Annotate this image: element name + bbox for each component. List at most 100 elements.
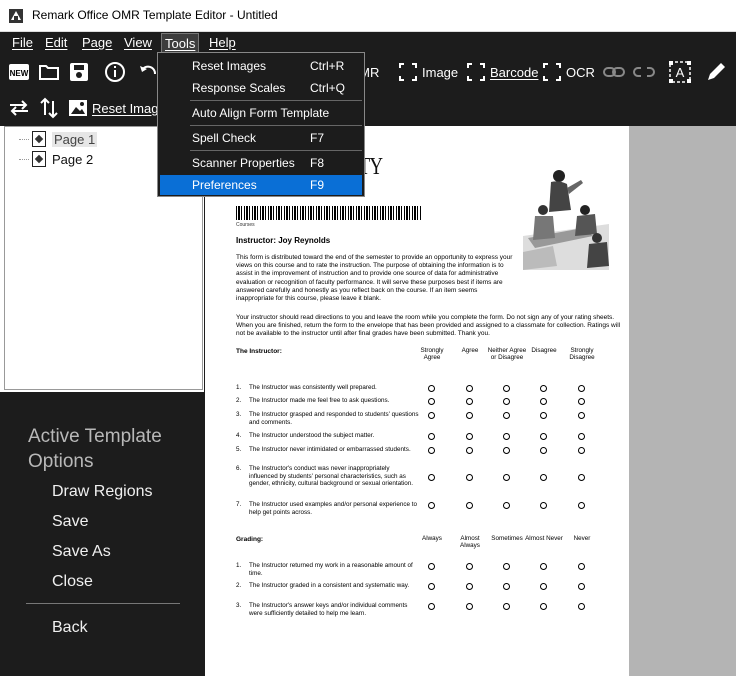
link-button[interactable] <box>603 60 625 84</box>
menu-item-shortcut: F9 <box>310 178 325 192</box>
response-bubble[interactable] <box>540 563 547 570</box>
response-bubble[interactable] <box>503 603 510 610</box>
menu-item-spell-check[interactable]: Spell Check F7 <box>160 128 362 148</box>
swap-horizontal-button[interactable] <box>8 96 30 120</box>
response-bubble[interactable] <box>578 433 585 440</box>
response-bubble[interactable] <box>466 502 473 509</box>
menu-item-auto-align[interactable]: Auto Align Form Template <box>160 103 362 123</box>
response-bubble[interactable] <box>578 412 585 419</box>
menu-item-reset-images[interactable]: Reset Images Ctrl+R <box>160 56 362 76</box>
response-bubble[interactable] <box>466 603 473 610</box>
back-link[interactable]: Back <box>52 619 88 637</box>
response-bubble[interactable] <box>540 502 547 509</box>
region-bracket-icon <box>543 63 561 81</box>
response-bubble[interactable] <box>428 583 435 590</box>
response-bubble[interactable] <box>428 603 435 610</box>
section-instructor-heading: The Instructor: <box>236 348 282 355</box>
response-bubble[interactable] <box>466 398 473 405</box>
response-bubble[interactable] <box>428 412 435 419</box>
response-bubble[interactable] <box>578 603 585 610</box>
menu-item-scanner-properties[interactable]: Scanner Properties F8 <box>160 153 362 173</box>
edit-button[interactable] <box>705 60 727 84</box>
menu-item-label: Spell Check <box>192 131 257 145</box>
response-bubble[interactable] <box>540 603 547 610</box>
response-bubble[interactable] <box>466 447 473 454</box>
tree-item-page-2[interactable]: Page 2 <box>19 150 93 168</box>
svg-text:A: A <box>676 65 685 80</box>
response-bubble[interactable] <box>578 447 585 454</box>
response-bubble[interactable] <box>503 433 510 440</box>
menu-view[interactable]: View <box>124 35 152 50</box>
response-bubble[interactable] <box>466 474 473 481</box>
close-link[interactable]: Close <box>52 573 93 591</box>
scale-label: Neither Agree or Disagree <box>487 347 527 362</box>
response-bubble[interactable] <box>428 447 435 454</box>
response-bubble[interactable] <box>578 563 585 570</box>
info-button[interactable] <box>104 60 126 84</box>
response-bubble[interactable] <box>540 474 547 481</box>
response-bubble[interactable] <box>503 447 510 454</box>
response-bubble[interactable] <box>428 433 435 440</box>
response-bubble[interactable] <box>578 502 585 509</box>
panel-divider <box>26 603 180 604</box>
response-bubble[interactable] <box>428 385 435 392</box>
response-bubble[interactable] <box>540 412 547 419</box>
response-bubble[interactable] <box>503 474 510 481</box>
swap-vertical-button[interactable] <box>38 96 60 120</box>
svg-text:NEW: NEW <box>10 69 29 78</box>
response-bubble[interactable] <box>503 398 510 405</box>
save-link[interactable]: Save <box>52 513 88 531</box>
response-bubble[interactable] <box>578 583 585 590</box>
response-bubble[interactable] <box>466 583 473 590</box>
response-bubble[interactable] <box>503 412 510 419</box>
response-bubble[interactable] <box>466 412 473 419</box>
question-text: The Instructor was consistently well pre… <box>249 384 377 391</box>
response-bubble[interactable] <box>428 502 435 509</box>
response-bubble[interactable] <box>428 398 435 405</box>
save-button[interactable] <box>68 60 90 84</box>
form-page[interactable]: RSITY Courses Instructor: Joy Reynolds T… <box>205 126 629 676</box>
response-bubble[interactable] <box>503 563 510 570</box>
image-region-button[interactable]: Image <box>398 60 458 84</box>
text-region-button[interactable]: A <box>668 60 692 84</box>
barcode-region-button[interactable]: Barcode <box>466 60 538 84</box>
menu-edit[interactable]: Edit <box>45 35 67 50</box>
menu-item-response-scales[interactable]: Response Scales Ctrl+Q <box>160 78 362 98</box>
tree-item-page-1[interactable]: Page 1 <box>19 130 98 148</box>
draw-regions-link[interactable]: Draw Regions <box>52 483 152 501</box>
course-label: Courses <box>236 222 255 228</box>
question-text: The Instructor made me feel free to ask … <box>249 397 390 404</box>
response-bubble[interactable] <box>503 385 510 392</box>
folder-icon <box>39 65 59 80</box>
page-icon <box>32 151 46 167</box>
menu-item-preferences[interactable]: Preferences F9 <box>160 175 362 195</box>
undo-button[interactable] <box>138 60 158 84</box>
response-bubble[interactable] <box>578 474 585 481</box>
new-button[interactable]: NEW <box>8 60 30 84</box>
response-bubble[interactable] <box>540 398 547 405</box>
response-bubble[interactable] <box>540 447 547 454</box>
menu-tools[interactable]: Tools <box>160 33 200 54</box>
swap-vertical-icon <box>40 97 58 119</box>
response-bubble[interactable] <box>540 385 547 392</box>
page-toolbar: Reset Images <box>0 90 736 126</box>
open-button[interactable] <box>38 60 60 84</box>
ocr-region-button[interactable]: OCR <box>542 60 595 84</box>
response-bubble[interactable] <box>578 398 585 405</box>
response-bubble[interactable] <box>466 433 473 440</box>
response-bubble[interactable] <box>466 563 473 570</box>
response-bubble[interactable] <box>503 502 510 509</box>
response-bubble[interactable] <box>428 563 435 570</box>
menu-help[interactable]: Help <box>209 35 236 50</box>
menu-file[interactable]: File <box>12 35 33 50</box>
response-bubble[interactable] <box>540 433 547 440</box>
response-bubble[interactable] <box>428 474 435 481</box>
save-as-link[interactable]: Save As <box>52 543 111 561</box>
response-bubble[interactable] <box>540 583 547 590</box>
response-bubble[interactable] <box>503 583 510 590</box>
response-bubble[interactable] <box>466 385 473 392</box>
response-bubble[interactable] <box>578 385 585 392</box>
scale-label: Never <box>573 535 591 542</box>
menu-page[interactable]: Page <box>82 35 112 50</box>
unlink-button[interactable] <box>633 60 655 84</box>
